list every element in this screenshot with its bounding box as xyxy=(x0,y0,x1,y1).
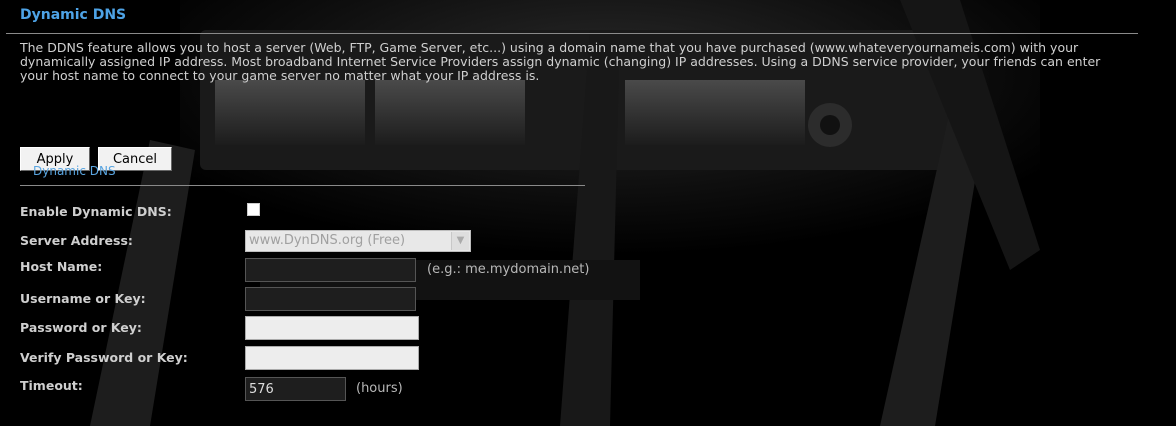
host-name-input[interactable] xyxy=(245,258,416,282)
server-address-label: Server Address: xyxy=(20,233,133,248)
timeout-unit: (hours) xyxy=(356,381,403,396)
timeout-input[interactable] xyxy=(245,377,346,401)
page-title: Dynamic DNS xyxy=(20,7,127,23)
enable-ddns-label: Enable Dynamic DNS: xyxy=(20,204,172,219)
verify-password-input[interactable] xyxy=(245,346,419,370)
username-label: Username or Key: xyxy=(20,291,146,306)
timeout-label: Timeout: xyxy=(20,378,83,393)
title-divider xyxy=(6,33,1138,34)
enable-ddns-checkbox[interactable] xyxy=(247,203,260,216)
verify-password-label: Verify Password or Key: xyxy=(20,350,188,365)
host-name-label: Host Name: xyxy=(20,259,103,274)
host-name-hint: (e.g.: me.mydomain.net) xyxy=(427,262,590,277)
chevron-down-icon[interactable]: ▼ xyxy=(451,232,469,250)
server-address-select[interactable]: www.DynDNS.org (Free) ▼ xyxy=(245,230,471,252)
ddns-description: The DDNS feature allows you to host a se… xyxy=(20,40,1101,83)
ddns-settings-panel: Dynamic DNS The DDNS feature allows you … xyxy=(0,0,1176,426)
username-input[interactable] xyxy=(245,287,416,311)
server-address-value: www.DynDNS.org (Free) xyxy=(249,233,406,248)
section-divider xyxy=(20,185,585,186)
password-input[interactable] xyxy=(245,316,419,340)
password-label: Password or Key: xyxy=(20,320,142,335)
section-title: Dynamic DNS xyxy=(33,164,116,178)
